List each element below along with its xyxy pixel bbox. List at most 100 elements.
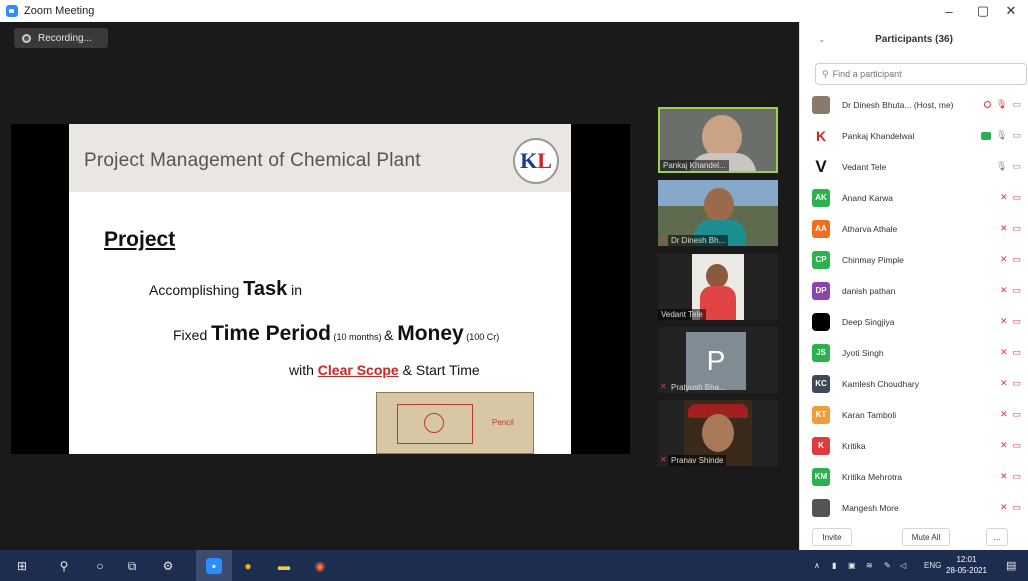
- list-item[interactable]: KC Kamlesh Choudhary ✕ ▭: [800, 368, 1028, 399]
- avatar: V: [815, 156, 827, 176]
- avatar: KM: [812, 467, 830, 486]
- recording-indicator[interactable]: Recording...: [14, 28, 108, 48]
- tray-app-icon[interactable]: ▮: [832, 550, 836, 581]
- video-off-icon[interactable]: ▭: [1012, 316, 1021, 327]
- participant-name: Anand Karwa: [842, 192, 894, 203]
- mic-off-icon[interactable]: ✕: [1000, 316, 1008, 327]
- participant-status: ✕ ▭: [1000, 223, 1021, 234]
- mute-all-button[interactable]: Mute All: [902, 528, 950, 546]
- more-options-button[interactable]: ...: [986, 528, 1008, 546]
- mic-off-icon[interactable]: ✕: [1000, 378, 1008, 389]
- video-off-icon[interactable]: ▭: [1012, 347, 1021, 358]
- video-tile-vedant[interactable]: Vedant Tele: [658, 254, 778, 320]
- video-off-icon[interactable]: ▭: [1012, 254, 1021, 265]
- video-off-icon[interactable]: ▭: [1012, 285, 1021, 296]
- mic-off-icon[interactable]: ✕: [1000, 223, 1008, 234]
- list-item[interactable]: K Kritika ✕ ▭: [800, 430, 1028, 461]
- firefox-icon[interactable]: ◉: [312, 558, 328, 574]
- list-item[interactable]: AA Atharva Athale ✕ ▭: [800, 213, 1028, 244]
- tile-name: Dr Dinesh Bh...: [668, 235, 729, 246]
- recording-label: Recording...: [38, 32, 92, 44]
- list-item[interactable]: KM Kritika Mehrotra ✕ ▭: [800, 461, 1028, 492]
- video-off-icon[interactable]: ▭: [1012, 471, 1021, 482]
- video-icon[interactable]: ▭: [1012, 161, 1021, 172]
- mic-icon[interactable]: 🎙︎: [996, 161, 1007, 172]
- network-icon[interactable]: ≋: [866, 550, 873, 581]
- participant-status: ✕ ▭: [1000, 409, 1021, 420]
- file-explorer-icon[interactable]: ▬: [276, 558, 292, 574]
- mic-off-icon[interactable]: ✕: [1000, 409, 1008, 420]
- video-off-icon[interactable]: ▭: [1012, 440, 1021, 451]
- mic-off-icon[interactable]: ✕: [1000, 471, 1008, 482]
- mic-off-icon[interactable]: 🎙︎: [996, 99, 1007, 110]
- mic-off-icon[interactable]: ✕: [1000, 192, 1008, 203]
- tray-chevron-icon[interactable]: ∧: [814, 550, 820, 581]
- windows-start-icon[interactable]: ⊞: [14, 558, 30, 574]
- list-item[interactable]: Dr Dinesh Bhuta... (Host, me) 🎙︎ ▭: [800, 89, 1028, 120]
- language-indicator[interactable]: ENG: [924, 550, 941, 581]
- task-view-icon[interactable]: ⧉: [124, 558, 140, 574]
- participant-name: Atharva Athale: [842, 223, 898, 234]
- app-icon[interactable]: ⚙: [160, 558, 176, 574]
- mic-off-icon[interactable]: ✕: [1000, 440, 1008, 451]
- slide-pencil-figure: Pencil: [376, 392, 534, 454]
- invite-button[interactable]: Invite: [812, 528, 852, 546]
- list-item[interactable]: DP danish pathan ✕ ▭: [800, 275, 1028, 306]
- mic-off-icon: ✕: [660, 455, 667, 464]
- meeting-area: Recording... Project Management of Chemi…: [0, 22, 799, 550]
- window-title: Zoom Meeting: [24, 5, 95, 17]
- video-off-icon[interactable]: ▭: [1012, 223, 1021, 234]
- pen-icon[interactable]: ✎: [884, 550, 891, 581]
- video-tile-pratyush[interactable]: P ✕ Pratyush Bha...: [658, 327, 778, 393]
- mic-off-icon[interactable]: ✕: [1000, 347, 1008, 358]
- volume-icon[interactable]: ◁: [900, 550, 906, 581]
- participants-title: Participants (36): [875, 34, 953, 45]
- participant-name: Chinmay Pimple: [842, 254, 904, 265]
- tray-security-icon[interactable]: ▣: [848, 550, 856, 581]
- participant-name: Karan Tamboli: [842, 409, 897, 420]
- video-off-icon[interactable]: ▭: [1012, 192, 1021, 203]
- video-off-icon[interactable]: ▭: [1012, 99, 1021, 110]
- participant-search[interactable]: ⚲: [815, 63, 1027, 85]
- mic-off-icon[interactable]: ✕: [1000, 502, 1008, 513]
- slide-title: Project Management of Chemical Plant: [84, 150, 421, 171]
- video-off-icon[interactable]: ▭: [1012, 502, 1021, 513]
- windows-taskbar: ⊞ ⚲ ○ ⧉ ⚙ ▪ ● ▬ ◉ ∧ ▮ ▣ ≋ ✎ ◁ ENG 12:01 …: [0, 550, 1028, 581]
- slide-line-task: Accomplishing Task in: [149, 278, 303, 300]
- avatar: AA: [812, 219, 830, 238]
- search-input[interactable]: [832, 69, 1013, 79]
- list-item[interactable]: Deep Singjiya ✕ ▭: [800, 306, 1028, 337]
- person-avatar: [702, 414, 734, 452]
- avatar: [812, 498, 830, 517]
- list-item[interactable]: KT Karan Tamboli ✕ ▭: [800, 399, 1028, 430]
- mic-icon[interactable]: 🎙︎: [996, 130, 1007, 141]
- person-avatar: [706, 264, 728, 288]
- cortana-icon[interactable]: ○: [92, 558, 108, 574]
- video-tile-pranav[interactable]: ✕ Pranav Shinde: [658, 400, 778, 466]
- list-item[interactable]: V Vedant Tele 🎙︎ ▭: [800, 151, 1028, 182]
- chrome-icon[interactable]: ●: [240, 558, 256, 574]
- list-item[interactable]: AK Anand Karwa ✕ ▭: [800, 182, 1028, 213]
- zoom-taskbar-icon[interactable]: ▪: [206, 558, 222, 574]
- participant-status: 🎙︎ ▭: [984, 99, 1021, 110]
- video-off-icon[interactable]: ▭: [1012, 409, 1021, 420]
- participant-name: Kamlesh Choudhary: [842, 378, 920, 389]
- list-item[interactable]: JS Jyoti Singh ✕ ▭: [800, 337, 1028, 368]
- video-tile-dinesh[interactable]: ✕ Dr Dinesh Bh...: [658, 180, 778, 246]
- search-icon[interactable]: ⚲: [56, 558, 72, 574]
- list-item[interactable]: CP Chinmay Pimple ✕ ▭: [800, 244, 1028, 275]
- video-tile-pankaj[interactable]: Pankaj Khandel...: [658, 107, 778, 173]
- system-clock[interactable]: 12:01 28-05-2021: [946, 554, 987, 576]
- avatar: KC: [812, 374, 830, 393]
- close-button[interactable]: ✕: [994, 0, 1028, 22]
- avatar: JS: [812, 343, 830, 362]
- list-item[interactable]: K Pankaj Khandelwal 🎙︎ ▭: [800, 120, 1028, 151]
- mic-off-icon[interactable]: ✕: [1000, 254, 1008, 265]
- video-icon[interactable]: ▭: [1012, 130, 1021, 141]
- list-item[interactable]: Mangesh More ✕ ▭: [800, 492, 1028, 523]
- video-off-icon[interactable]: ▭: [1012, 378, 1021, 389]
- participant-status: ✕ ▭: [1000, 192, 1021, 203]
- notifications-icon[interactable]: ▤: [1006, 550, 1016, 581]
- minimize-button[interactable]: –: [932, 0, 966, 22]
- mic-off-icon[interactable]: ✕: [1000, 285, 1008, 296]
